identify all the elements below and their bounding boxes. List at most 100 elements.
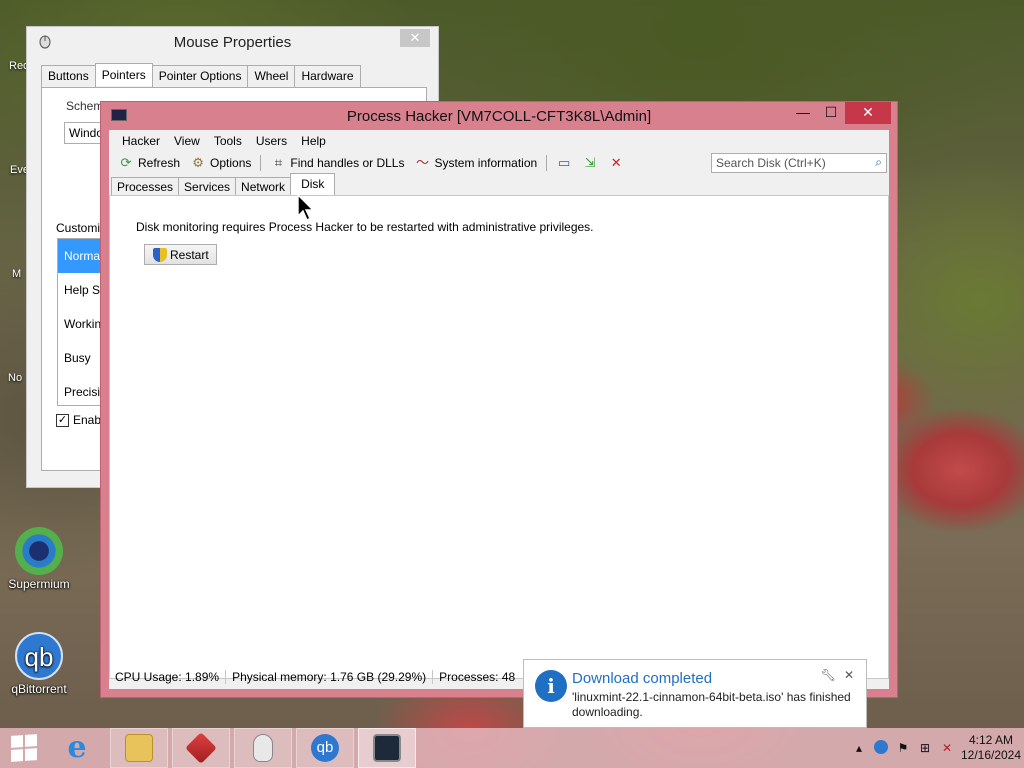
red-x-icon: ✕ (610, 155, 622, 170)
gear-icon: ⚙ (192, 155, 204, 170)
menu-tools[interactable]: Tools (207, 134, 249, 148)
clock[interactable]: 4:12 AM 12/16/2024 (958, 733, 1024, 763)
system-information-label: System information (434, 156, 538, 170)
taskbar-cube-app[interactable] (172, 728, 230, 768)
binoculars-icon: ⌗ (274, 155, 283, 170)
minimize-button[interactable]: — (789, 102, 817, 124)
memory-status: Physical memory: 1.76 GB (29.29%) (226, 670, 434, 684)
system-information-button[interactable]: 〜 System information (409, 155, 542, 171)
mouse-properties-titlebar[interactable]: Mouse Properties ✕ (27, 27, 438, 57)
menu-bar: Hacker View Tools Users Help (109, 130, 889, 152)
mouse-cursor-icon (297, 194, 315, 221)
graph-icon: 〜 (415, 155, 429, 170)
volume-muted-icon[interactable]: ✕ (936, 741, 958, 755)
menu-hacker[interactable]: Hacker (115, 134, 167, 148)
refresh-button[interactable]: ⟳ Refresh (113, 155, 185, 171)
window-icon: ▭ (558, 155, 571, 170)
desktop-icon-supermium[interactable]: Supermium (3, 527, 75, 591)
taskbar: e qb ▴ ⚑ ⊞ ✕ 4:12 AM 12/16/2024 (0, 728, 1024, 768)
info-icon: i (535, 670, 567, 702)
tab-network[interactable]: Network (235, 177, 292, 196)
close-button[interactable]: ✕ (845, 102, 891, 124)
notification-title: Download completed (572, 670, 713, 687)
menu-users[interactable]: Users (249, 134, 294, 148)
taskbar-process-hacker[interactable] (358, 728, 416, 768)
cpu-usage-status: CPU Usage: 1.89% (109, 670, 227, 684)
close-button[interactable]: ✕ (400, 29, 430, 47)
toolbar-separator (546, 155, 548, 171)
disk-message: Disk monitoring requires Process Hacker … (136, 220, 594, 234)
desktop-icon-label: Supermium (8, 577, 70, 591)
search-input[interactable]: Search Disk (Ctrl+K) ⌕ (711, 153, 887, 173)
find-handles-label: Find handles or DLLs (290, 156, 405, 170)
menu-help[interactable]: Help (294, 134, 333, 148)
disk-tab-content: Disk monitoring requires Process Hacker … (109, 195, 889, 679)
desktop-icon-label: qBittorrent (11, 682, 67, 696)
internet-explorer-icon: e (67, 730, 87, 765)
restart-button[interactable]: Restart (144, 244, 217, 265)
refresh-icon: ⟳ (120, 155, 132, 170)
menu-view[interactable]: View (167, 134, 207, 148)
wrench-icon[interactable]: 🔧︎ (821, 668, 836, 682)
notification-close-button[interactable]: ✕ (844, 668, 854, 682)
taskbar-mouse-properties[interactable] (234, 728, 292, 768)
supermium-icon (15, 527, 63, 575)
options-button[interactable]: ⚙ Options (185, 155, 256, 171)
clock-date: 12/16/2024 (960, 748, 1022, 762)
process-hacker-icon (373, 734, 401, 762)
window-title: Mouse Properties (173, 34, 292, 51)
show-hidden-icons-icon[interactable]: ▴ (848, 741, 870, 755)
uac-shield-icon (153, 247, 167, 262)
flag-icon[interactable]: ⚑ (892, 741, 914, 755)
toolbar-separator (260, 155, 262, 171)
go-button[interactable]: ⇲ (577, 155, 603, 171)
desktop-icon-qbittorrent[interactable]: qb qBittorrent (3, 632, 75, 696)
search-placeholder: Search Disk (Ctrl+K) (716, 156, 826, 170)
tab-hardware[interactable]: Hardware (294, 65, 361, 88)
search-icon[interactable]: ⌕ (875, 155, 882, 170)
toolbar: ⟳ Refresh ⚙ Options ⌗ Find handles or DL… (109, 152, 889, 174)
qbittorrent-tray-icon[interactable] (870, 739, 892, 757)
download-notification[interactable]: i Download completed 'linuxmint-22.1-cin… (523, 659, 867, 728)
mouse-icon (253, 734, 273, 762)
process-hacker-window[interactable]: Process Hacker [VM7COLL-CFT3K8L\Admin] —… (100, 101, 898, 698)
show-window-button[interactable]: ▭ (551, 155, 577, 171)
qbittorrent-icon: qb (15, 632, 63, 680)
maximize-button[interactable]: ☐ (817, 102, 845, 124)
system-tray: ▴ ⚑ ⊞ ✕ 4:12 AM 12/16/2024 (848, 728, 1024, 768)
qbittorrent-icon: qb (311, 734, 339, 762)
tab-processes[interactable]: Processes (111, 177, 180, 196)
refresh-label: Refresh (138, 156, 181, 170)
window-controls: — ☐ ✕ (789, 102, 891, 124)
windows-logo-icon (11, 734, 37, 762)
process-hacker-titlebar[interactable]: Process Hacker [VM7COLL-CFT3K8L\Admin] —… (101, 102, 897, 130)
restart-label: Restart (170, 247, 209, 262)
tab-wheel[interactable]: Wheel (247, 65, 296, 88)
tab-pointer-options[interactable]: Pointer Options (151, 65, 249, 88)
desktop-m-label[interactable]: M (12, 268, 21, 280)
taskbar-internet-explorer[interactable]: e (48, 728, 106, 768)
notification-body: 'linuxmint-22.1-cinnamon-64bit-beta.iso'… (572, 690, 851, 719)
tab-buttons[interactable]: Buttons (41, 65, 96, 88)
folder-icon (125, 734, 153, 762)
terminate-button[interactable]: ✕ (603, 155, 629, 171)
desktop-notepad-label[interactable]: No (8, 372, 22, 384)
clock-time: 4:12 AM (968, 733, 1014, 747)
tab-services[interactable]: Services (178, 177, 237, 196)
enable-checkbox[interactable]: ✓ (56, 413, 69, 427)
taskbar-qbittorrent[interactable]: qb (296, 728, 354, 768)
processes-status: Processes: 48 (439, 670, 516, 684)
process-hacker-client: Hacker View Tools Users Help ⟳ Refresh ⚙… (109, 130, 889, 689)
tab-disk[interactable]: Disk (290, 173, 336, 196)
start-button[interactable] (0, 728, 48, 768)
network-icon[interactable]: ⊞ (914, 741, 936, 755)
mouse-tabs: Buttons Pointers Pointer Options Wheel H… (41, 63, 361, 88)
find-handles-button[interactable]: ⌗ Find handles or DLLs (265, 155, 409, 171)
tab-pointers[interactable]: Pointers (94, 63, 153, 86)
window-title: Process Hacker [VM7COLL-CFT3K8L\Admin] (346, 108, 652, 125)
red-cube-icon (185, 732, 217, 764)
options-label: Options (210, 156, 252, 170)
window-arrow-icon: ⇲ (584, 155, 596, 170)
process-hacker-tabs: Processes Services Network Disk (109, 173, 889, 196)
taskbar-file-explorer[interactable] (110, 728, 168, 768)
